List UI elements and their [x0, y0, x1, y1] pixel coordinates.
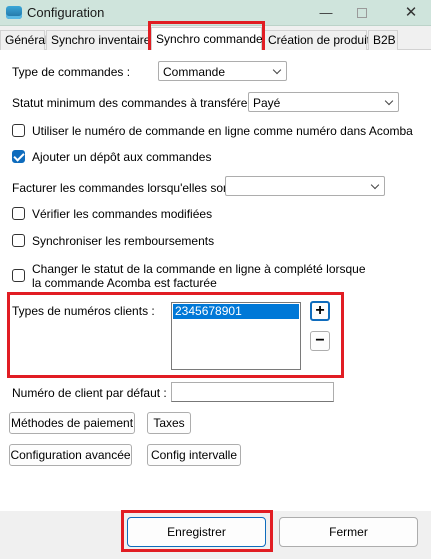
default-client-number-input[interactable] [171, 382, 334, 402]
tab-b2b[interactable]: B2B [368, 30, 398, 50]
min-status-label: Statut minimum des commandes à transfére… [12, 96, 259, 110]
app-icon [6, 6, 22, 19]
chevron-down-icon [272, 65, 282, 75]
invoice-when-label: Facturer les commandes lorsqu'elles sont… [12, 181, 240, 195]
default-client-number-label: Numéro de client par défaut : [12, 386, 167, 400]
use-online-number-checkbox[interactable] [12, 124, 25, 137]
add-deposit-label[interactable]: Ajouter un dépôt aux commandes [32, 150, 211, 164]
tab-synchro-inventaires[interactable]: Synchro inventaires [46, 30, 156, 50]
tab-creation-produits[interactable]: Création de produits [263, 30, 376, 50]
interval-config-button[interactable]: Config intervalle [147, 444, 241, 466]
window-title: Configuration [27, 5, 105, 20]
save-highlight-box [121, 510, 273, 552]
change-status-checkbox[interactable] [12, 269, 25, 282]
client-types-highlight-box [7, 292, 344, 378]
advanced-config-button[interactable]: Configuration avancée [9, 444, 132, 466]
close-window-button[interactable]: ✕ [391, 0, 431, 26]
chevron-down-icon [370, 180, 380, 190]
maximize-icon [357, 8, 367, 18]
close-button[interactable]: Fermer [279, 517, 418, 547]
invoice-when-select[interactable] [225, 176, 385, 196]
order-type-label: Type de commandes : [12, 65, 131, 79]
use-online-number-label[interactable]: Utiliser le numéro de commande en ligne … [32, 124, 413, 138]
change-status-label-line1[interactable]: Changer le statut de la commande en lign… [32, 262, 366, 276]
min-status-value: Payé [253, 96, 281, 110]
change-status-label-line2[interactable]: la commande Acomba est facturée [32, 276, 217, 290]
order-type-select[interactable]: Commande [158, 61, 287, 81]
check-modified-checkbox[interactable] [12, 207, 25, 220]
sync-refunds-checkbox[interactable] [12, 234, 25, 247]
check-modified-label[interactable]: Vérifier les commandes modifiées [32, 207, 212, 221]
order-type-value: Commande [163, 65, 226, 79]
maximize-button[interactable] [342, 0, 382, 26]
chevron-down-icon [384, 96, 394, 106]
payment-methods-button[interactable]: Méthodes de paiement [9, 412, 135, 434]
minimize-button[interactable]: — [306, 0, 346, 26]
taxes-button[interactable]: Taxes [147, 412, 191, 434]
add-deposit-checkbox[interactable] [12, 150, 25, 163]
sync-refunds-label[interactable]: Synchroniser les remboursements [32, 234, 214, 248]
min-status-select[interactable]: Payé [248, 92, 399, 112]
tab-panel: Type de commandes : Commande Statut mini… [0, 50, 431, 511]
tab-general[interactable]: Général [0, 30, 48, 50]
